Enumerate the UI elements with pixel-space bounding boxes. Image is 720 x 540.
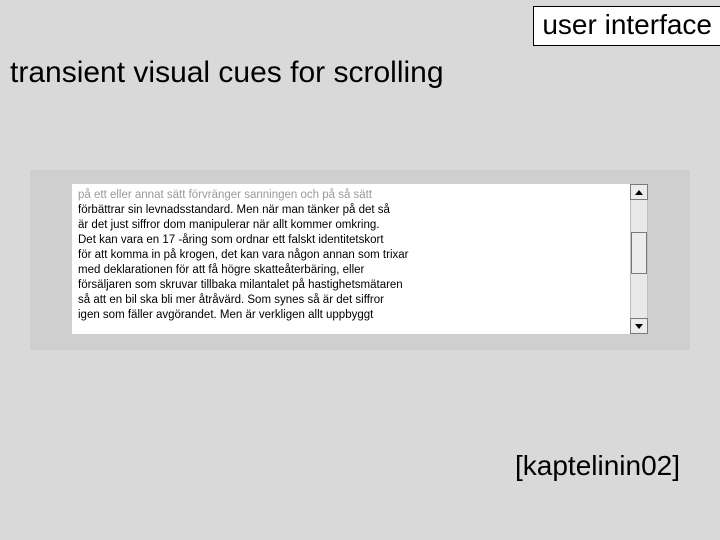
vertical-scrollbar[interactable] [630,184,648,334]
text-line: så att en bil ska bli mer åtråvärd. Som … [78,294,384,306]
citation: [kaptelinin02] [515,450,680,482]
text-line: är det just siffror dom manipulerar när … [78,219,379,231]
scroll-down-button[interactable] [630,318,648,334]
arrow-down-icon [635,324,643,329]
scroll-up-button[interactable] [630,184,648,200]
scrollbar-thumb[interactable] [631,232,647,274]
slide-title: transient visual cues for scrolling [10,56,444,90]
text-line: för att komma in på krogen, det kan vara… [78,249,409,261]
text-line: försäljaren som skruvar tillbaka milanta… [78,279,403,291]
slide: user interface transient visual cues for… [0,0,720,540]
scroll-text-area[interactable]: på ett eller annat sätt förvränger sanni… [72,184,630,334]
section-header-text: user interface [542,9,712,40]
text-content: på ett eller annat sätt förvränger sanni… [78,188,624,323]
text-line: igen som fäller avgörandet. Men är verkl… [78,309,373,321]
section-header: user interface [533,6,720,46]
text-line: förbättrar sin levnadsstandard. Men när … [78,204,390,216]
dimmed-line: på ett eller annat sätt förvränger sanni… [78,189,372,201]
text-line: Det kan vara en 17 -åring som ordnar ett… [78,234,384,246]
figure-panel: på ett eller annat sätt förvränger sanni… [30,170,690,350]
text-line: med deklarationen för att få högre skatt… [78,264,364,276]
arrow-up-icon [635,190,643,195]
